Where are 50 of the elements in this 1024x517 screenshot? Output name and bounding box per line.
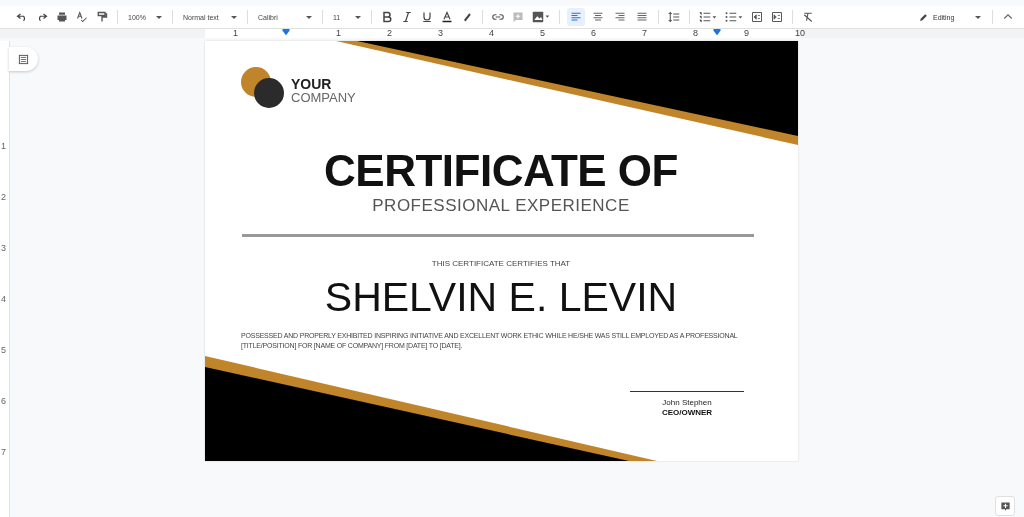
explore-button[interactable]: [995, 496, 1015, 516]
document-outline-button[interactable]: [9, 47, 38, 71]
ruler-number: 4: [1, 294, 6, 304]
certificate-subtitle: PROFESSIONAL EXPERIENCE: [371, 196, 631, 216]
italic-icon[interactable]: [401, 11, 413, 23]
image-icon[interactable]: [532, 11, 550, 23]
ruler-number: 4: [489, 29, 494, 38]
ruler-number: 3: [438, 29, 443, 38]
ruler-number: 6: [591, 29, 596, 38]
ruler-number: 1: [233, 29, 238, 38]
print-icon[interactable]: [56, 11, 68, 23]
numbered-list-icon[interactable]: [699, 11, 717, 23]
certificate-title: CERTIFICATE OF: [323, 148, 679, 194]
company-name: COMPANY: [291, 91, 356, 105]
ruler-number: 2: [1, 192, 6, 202]
ruler-number: 6: [1, 396, 6, 406]
ruler-number: 10: [795, 29, 805, 38]
line-spacing-icon[interactable]: [668, 11, 680, 23]
spellcheck-icon[interactable]: [76, 11, 88, 23]
ruler-number: 9: [744, 29, 749, 38]
text-color-icon[interactable]: [441, 11, 453, 23]
signer-name: John Stephen: [662, 398, 712, 407]
ruler-number: 7: [642, 29, 647, 38]
ruler-number: 1: [336, 29, 341, 38]
outline-icon: [18, 53, 29, 65]
increase-indent-icon[interactable]: [771, 11, 783, 23]
ruler-number: 3: [1, 243, 6, 253]
highlighter-icon[interactable]: [461, 11, 473, 23]
bold-icon[interactable]: [381, 11, 393, 23]
ruler-number: 1: [1, 141, 6, 151]
bulleted-list-icon[interactable]: [725, 11, 743, 23]
underline-icon[interactable]: [421, 11, 433, 23]
undo-icon[interactable]: [16, 11, 28, 23]
decrease-indent-icon[interactable]: [751, 11, 763, 23]
explore-icon: [999, 500, 1011, 512]
ruler-number: 5: [1, 345, 6, 355]
signer-title: CEO/OWNER: [661, 408, 713, 417]
ruler-number: 5: [540, 29, 545, 38]
ruler-number: 2: [387, 29, 392, 38]
align-left-icon[interactable]: [567, 8, 585, 26]
link-icon[interactable]: [492, 11, 504, 23]
redo-icon[interactable]: [36, 11, 48, 23]
company-name: YOUR: [291, 77, 333, 91]
intro-text: THIS CERTIFICATE CERTIFIES THAT: [430, 259, 572, 268]
paint-roller-icon[interactable]: [96, 11, 108, 23]
ruler-number: 7: [1, 447, 6, 457]
pencil-icon: [919, 12, 928, 22]
clear-formatting-icon[interactable]: [802, 11, 814, 23]
ruler-number: 8: [693, 29, 698, 38]
recipient-name: SHELVIN E. LEVIN: [323, 275, 679, 319]
